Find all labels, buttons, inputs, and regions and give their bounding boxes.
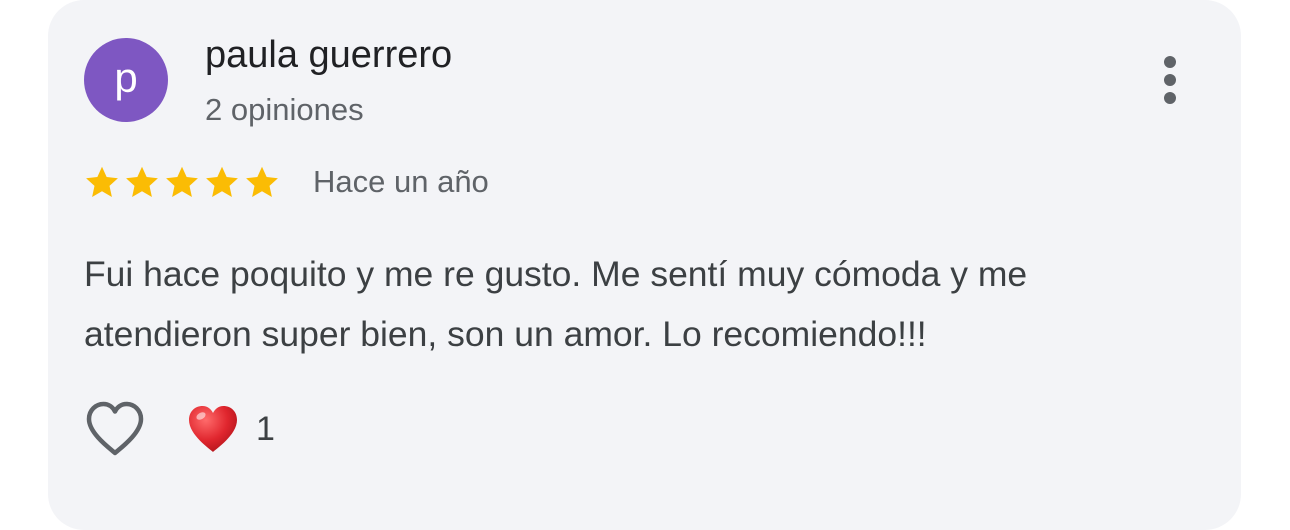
star-icon xyxy=(166,166,198,197)
more-options-button[interactable] xyxy=(1150,52,1190,108)
star-icon xyxy=(206,166,238,197)
red-heart-icon xyxy=(189,406,237,452)
star-icon xyxy=(86,166,118,197)
avatar[interactable]: p xyxy=(84,38,168,122)
heart-reaction[interactable]: 1 xyxy=(186,400,275,458)
reviewer-name[interactable]: paula guerrero xyxy=(205,34,452,77)
like-button[interactable] xyxy=(84,400,146,458)
review-text: Fui hace poquito y me re gusto. Me sentí… xyxy=(84,254,1028,354)
reaction-count: 1 xyxy=(256,409,275,448)
review-date: Hace un año xyxy=(313,164,489,199)
star-rating xyxy=(84,164,280,200)
reviewer-review-count: 2 opiniones xyxy=(205,92,364,127)
heart-outline-icon xyxy=(86,401,144,456)
star-icon xyxy=(246,166,278,197)
star-icon xyxy=(126,166,158,197)
